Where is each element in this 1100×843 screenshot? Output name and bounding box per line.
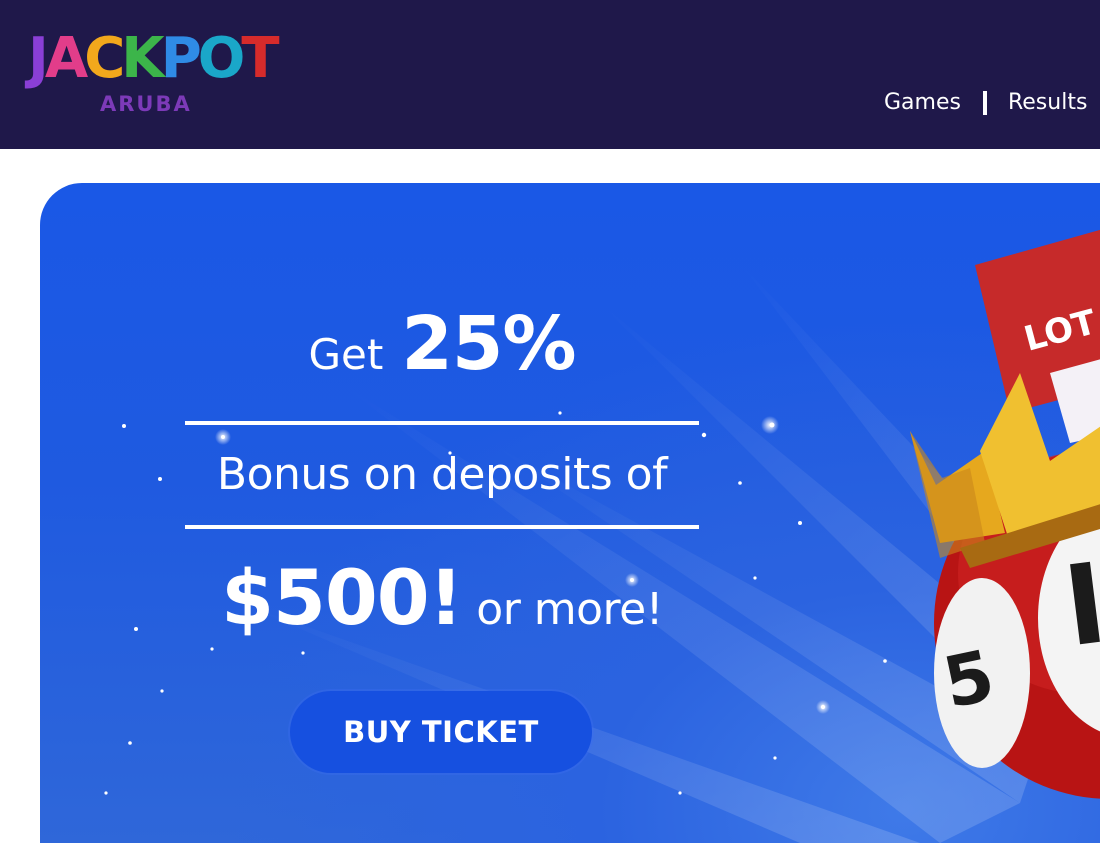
promo-subline: Bonus on deposits of — [216, 449, 668, 500]
logo-letter: C — [84, 26, 125, 91]
promo-amount: $500! — [221, 553, 463, 642]
nav-divider — [982, 91, 987, 115]
promo-get-text: Get — [308, 330, 384, 379]
promo-divider-top — [185, 421, 699, 425]
logo-subtitle: ARUBA — [100, 92, 192, 116]
promo-amount-line: $500! or more! — [185, 553, 699, 642]
jackpot-aruba-logo[interactable]: JACKPOT ARUBA — [28, 28, 280, 120]
logo-wordmark: JACKPOT — [28, 26, 280, 91]
logo-letter: K — [121, 26, 164, 91]
logo-letter: T — [241, 26, 279, 91]
logo-letter: J — [28, 26, 49, 91]
buy-ticket-button[interactable]: BUY TICKET — [290, 691, 592, 773]
logo-letter: A — [44, 26, 88, 91]
promo-headline: Get 25% — [185, 301, 699, 391]
main-nav: Games Results — [884, 86, 1087, 120]
lottery-ticket-graphic: LOT — [975, 229, 1100, 443]
lottery-ball-illustration: LOT 5 — [910, 229, 1100, 799]
logo-letter: O — [197, 26, 246, 91]
promo-banner: Get 25% Bonus on deposits of $500! or more… — [40, 183, 1100, 843]
site-header: JACKPOT ARUBA Games Results — [0, 0, 1100, 149]
logo-letter: P — [160, 26, 202, 91]
promo-amount-suffix: or more! — [476, 584, 663, 635]
promo-divider-bottom — [185, 525, 699, 529]
nav-results-link[interactable]: Results — [1008, 86, 1087, 120]
promo-percent: 25% — [401, 301, 576, 387]
nav-games-link[interactable]: Games — [884, 86, 961, 120]
